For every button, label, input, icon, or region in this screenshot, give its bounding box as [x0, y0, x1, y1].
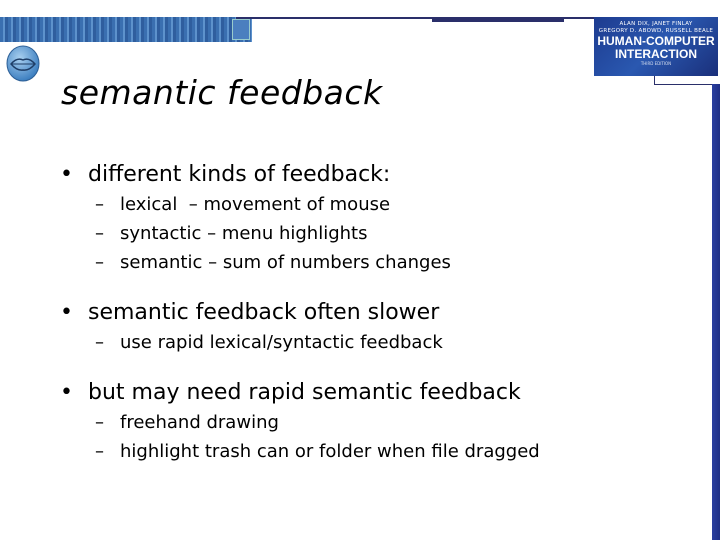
sub-bullet-text: lexical – movement of mouse: [120, 194, 391, 215]
dash: –: [95, 252, 104, 273]
sub-bullet: – syntactic – menu highlights: [60, 219, 700, 248]
sub-bullet-text: semantic – sum of numbers changes: [120, 252, 451, 273]
sub-bullet: – semantic – sum of numbers changes: [60, 248, 700, 277]
bullet: but may need rapid semantic feedback: [60, 378, 700, 408]
cover-authors: ALAN DIX, JANET FINLAY: [619, 21, 693, 27]
slide-title: semantic feedback: [61, 73, 383, 112]
sub-bullet: – freehand drawing: [60, 408, 700, 437]
sub-bullet: – lexical – movement of mouse: [60, 190, 700, 219]
book-cover-logo: ALAN DIX, JANET FINLAY GREGORY D. ABOWD,…: [594, 17, 718, 76]
header-accent: [432, 17, 564, 22]
dash: –: [95, 223, 104, 244]
sub-bullet-text: syntactic – menu highlights: [120, 223, 368, 244]
header-binary-banner: [0, 17, 252, 42]
dash: –: [95, 412, 104, 433]
sub-bullet-text: freehand drawing: [120, 412, 279, 433]
dash: –: [95, 332, 104, 353]
cover-title: INTERACTION: [615, 47, 697, 61]
sub-bullet-text: highlight trash can or folder when file …: [120, 441, 540, 462]
cover-edition: THIRD EDITION: [640, 61, 672, 66]
dash: –: [95, 441, 104, 462]
sub-bullet-text: use rapid lexical/syntactic feedback: [120, 332, 443, 353]
slide-content: different kinds of feedback: –lexical – …: [60, 160, 700, 466]
sub-bullet: – highlight trash can or folder when file…: [60, 437, 700, 466]
dash: –: [95, 194, 104, 215]
banner-emblem-icon: [232, 19, 250, 40]
bullet: semantic feedback often slower: [60, 298, 700, 328]
sub-bullet: – use rapid lexical/syntactic feedback: [60, 328, 700, 357]
cover-bracket: [654, 76, 720, 85]
lips-icon: [6, 45, 40, 82]
right-side-banner: [712, 84, 720, 540]
bullet: different kinds of feedback:: [60, 160, 700, 190]
